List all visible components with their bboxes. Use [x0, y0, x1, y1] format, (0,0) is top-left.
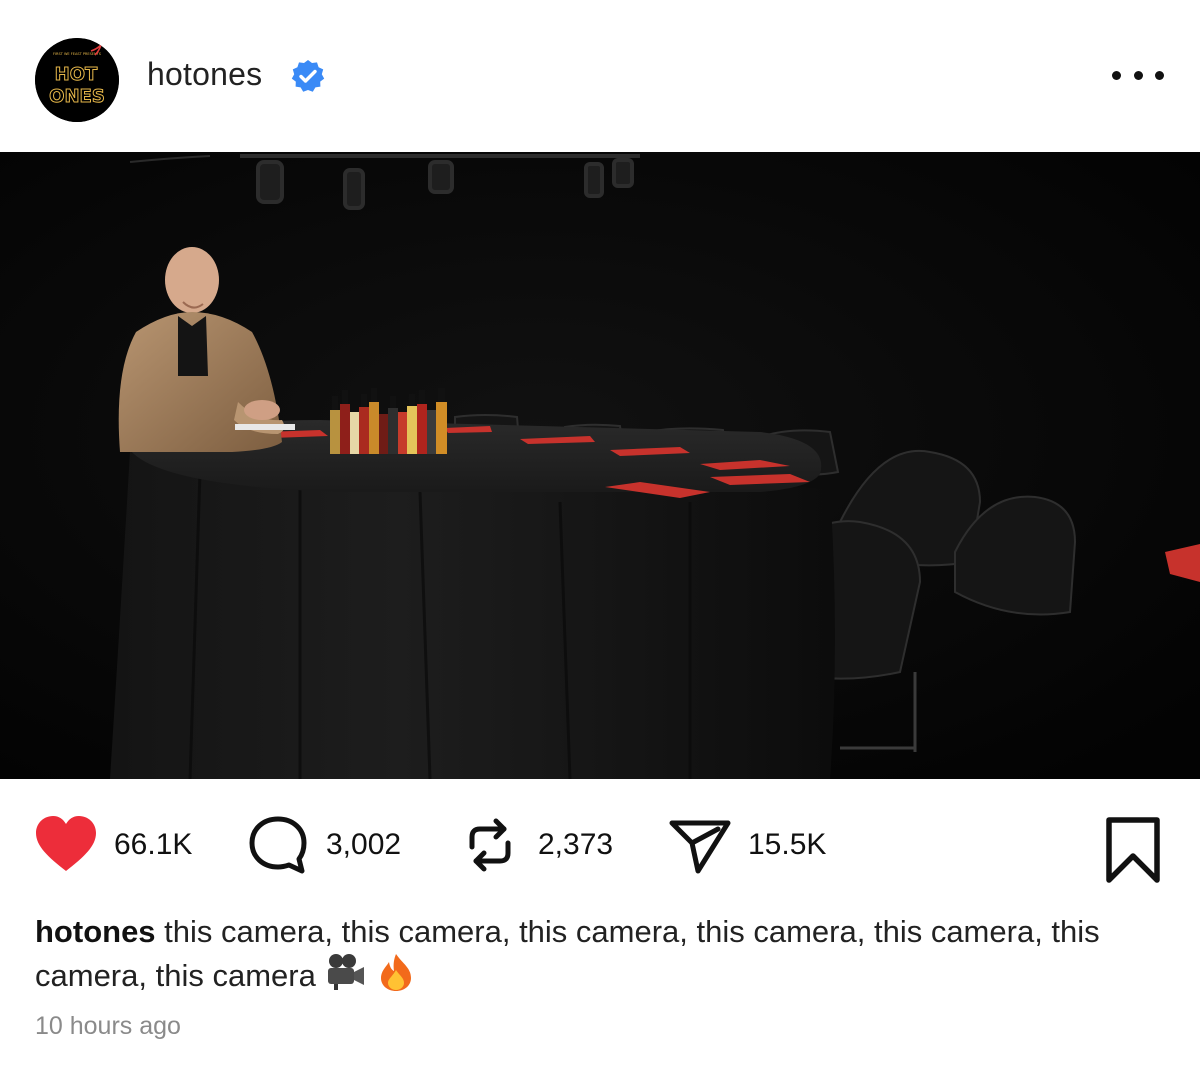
heart-icon [36, 816, 96, 871]
more-dot-icon [1112, 70, 1121, 80]
movie-camera-icon [328, 954, 365, 990]
fire-icon [381, 954, 412, 991]
avatar[interactable]: FIRST WE FEAST PRESENTS HOT ONES [35, 38, 119, 122]
more-options-button[interactable] [1112, 60, 1164, 90]
post-photo[interactable] [0, 152, 1200, 779]
post-caption: hotones this camera, this camera, this c… [35, 912, 1135, 996]
logo-small-text: FIRST WE FEAST PRESENTS [53, 52, 102, 56]
share-button[interactable]: 15.5K [668, 810, 826, 880]
repost-icon [469, 818, 511, 872]
studio-scene-image [0, 152, 1200, 779]
hot-ones-logo: FIRST WE FEAST PRESENTS HOT ONES [35, 38, 119, 122]
comment-button[interactable]: 3,002 [246, 810, 401, 880]
repost-count: 2,373 [538, 828, 614, 861]
more-dot-icon [1133, 70, 1143, 80]
post-header: FIRST WE FEAST PRESENTS HOT ONES hotones [0, 0, 1200, 152]
action-bar: 66.1K 3,002 2,373 15.5K [0, 810, 1200, 890]
more-dot-icon [1155, 70, 1164, 80]
share-count: 15.5K [748, 828, 827, 861]
bookmark-icon[interactable] [1104, 816, 1162, 886]
comment-count: 3,002 [326, 828, 402, 861]
verified-badge-icon [291, 60, 325, 92]
like-button[interactable]: 66.1K [34, 810, 192, 880]
send-icon [669, 820, 731, 874]
username[interactable]: hotones [147, 56, 262, 93]
caption-username[interactable]: hotones [35, 914, 156, 949]
comment-icon [249, 816, 307, 874]
logo-ones-text: ONES [49, 86, 105, 107]
repost-button[interactable]: 2,373 [458, 810, 613, 880]
caption-text: this camera, this camera, this camera, t… [35, 914, 1100, 993]
logo-hot-text: HOT [55, 64, 98, 85]
post-timestamp: 10 hours ago [35, 1012, 181, 1040]
like-count: 66.1K [114, 828, 193, 861]
